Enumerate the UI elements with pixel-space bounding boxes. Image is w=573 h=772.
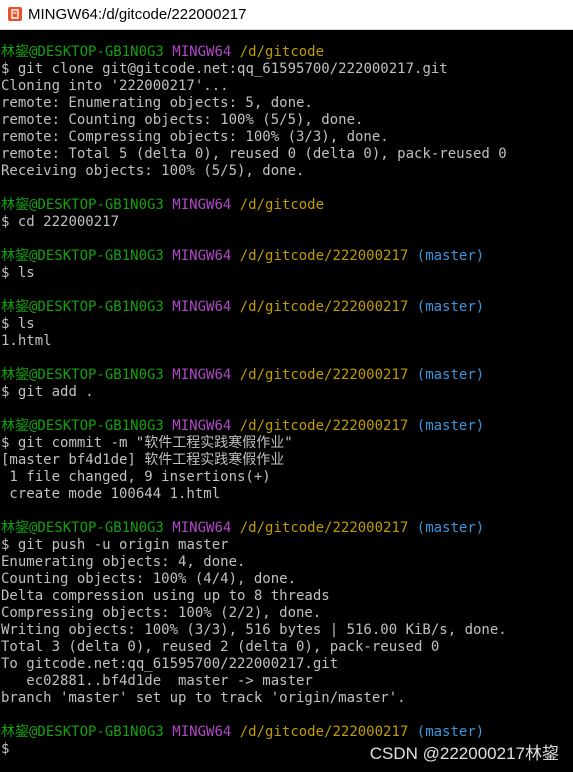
prompt-user: 林鋆@DESKTOP-GB1N0G3 xyxy=(1,299,164,315)
prompt-branch: (master) xyxy=(416,418,485,434)
prompt-user: 林鋆@DESKTOP-GB1N0G3 xyxy=(1,248,164,264)
prompt-branch: (master) xyxy=(416,520,485,536)
terminal-output[interactable]: 林鋆@DESKTOP-GB1N0G3 MINGW64 /d/gitcode $ … xyxy=(0,44,573,772)
command-line[interactable]: $ xyxy=(1,741,18,758)
prompt-shell: MINGW64 xyxy=(172,367,232,383)
command-text: git push -u origin master xyxy=(9,537,229,553)
prompt-user: 林鋆@DESKTOP-GB1N0G3 xyxy=(1,197,164,213)
command-line: $ cd 222000217 xyxy=(1,214,119,231)
output-line: 1 file changed, 9 insertions(+) xyxy=(1,469,271,485)
output-line: Compressing objects: 100% (2/2), done. xyxy=(1,605,322,621)
watermark: CSDN @222000217林鋆 xyxy=(369,744,559,763)
command-line: $ git push -u origin master xyxy=(1,537,229,554)
command-line: $ git add . xyxy=(1,384,94,401)
output-line: 1.html xyxy=(1,333,52,349)
prompt-path: /d/gitcode/222000217 xyxy=(239,520,409,536)
command-text: ls xyxy=(9,316,35,332)
output-line: remote: Compressing objects: 100% (3/3),… xyxy=(1,129,389,145)
prompt-line: 林鋆@DESKTOP-GB1N0G3 MINGW64 /d/gitcode/22… xyxy=(1,299,484,316)
output-line: remote: Total 5 (delta 0), reused 0 (del… xyxy=(1,146,507,162)
prompt-user: 林鋆@DESKTOP-GB1N0G3 xyxy=(1,418,164,434)
output-line: To gitcode.net:qq_61595700/222000217.git xyxy=(1,656,339,672)
git-bash-icon xyxy=(8,7,22,21)
prompt-shell: MINGW64 xyxy=(172,724,232,740)
output-line: ec02881..bf4d1de master -> master xyxy=(1,673,313,689)
prompt-user: 林鋆@DESKTOP-GB1N0G3 xyxy=(1,367,164,383)
prompt-shell: MINGW64 xyxy=(172,520,232,536)
window-title-bar[interactable]: MINGW64:/d/gitcode/222000217 xyxy=(0,0,573,30)
output-line: Delta compression using up to 8 threads xyxy=(1,588,330,604)
output-line: remote: Counting objects: 100% (5/5), do… xyxy=(1,112,364,128)
prompt-path: /d/gitcode xyxy=(239,197,325,213)
prompt-branch: (master) xyxy=(416,248,485,264)
prompt-line: 林鋆@DESKTOP-GB1N0G3 MINGW64 /d/gitcode xyxy=(1,44,324,61)
output-line: Writing objects: 100% (3/3), 516 bytes |… xyxy=(1,622,507,638)
output-line: branch 'master' set up to track 'origin/… xyxy=(1,690,406,706)
command-line: $ git clone git@gitcode.net:qq_61595700/… xyxy=(1,61,448,78)
command-text: cd 222000217 xyxy=(9,214,120,230)
output-line: Cloning into '222000217'... xyxy=(1,78,229,94)
command-line: $ ls xyxy=(1,265,35,282)
prompt-path: /d/gitcode/222000217 xyxy=(239,724,409,740)
prompt-branch: (master) xyxy=(416,299,485,315)
prompt-line: 林鋆@DESKTOP-GB1N0G3 MINGW64 /d/gitcode/22… xyxy=(1,520,484,537)
output-line: [master bf4d1de] 软件工程实践寒假作业 xyxy=(1,452,285,468)
prompt-line: 林鋆@DESKTOP-GB1N0G3 MINGW64 /d/gitcode/22… xyxy=(1,418,484,435)
output-line: create mode 100644 1.html xyxy=(1,486,221,502)
prompt-path: /d/gitcode/222000217 xyxy=(239,299,409,315)
command-input[interactable] xyxy=(9,741,17,757)
prompt-path: /d/gitcode xyxy=(239,44,325,60)
output-line: Receiving objects: 100% (5/5), done. xyxy=(1,163,305,179)
command-text: git commit -m "软件工程实践寒假作业" xyxy=(9,435,293,451)
window-title: MINGW64:/d/gitcode/222000217 xyxy=(28,6,247,23)
prompt-path: /d/gitcode/222000217 xyxy=(239,248,409,264)
command-text: git add . xyxy=(9,384,94,400)
prompt-line: 林鋆@DESKTOP-GB1N0G3 MINGW64 /d/gitcode/22… xyxy=(1,248,484,265)
prompt-branch: (master) xyxy=(416,367,485,383)
prompt-path: /d/gitcode/222000217 xyxy=(239,367,409,383)
prompt-branch: (master) xyxy=(416,724,485,740)
prompt-shell: MINGW64 xyxy=(172,197,232,213)
prompt-user: 林鋆@DESKTOP-GB1N0G3 xyxy=(1,724,164,740)
command-line: $ ls xyxy=(1,316,35,333)
prompt-shell: MINGW64 xyxy=(172,418,232,434)
prompt-shell: MINGW64 xyxy=(172,248,232,264)
prompt-path: /d/gitcode/222000217 xyxy=(239,418,409,434)
command-text: git clone git@gitcode.net:qq_61595700/22… xyxy=(9,61,448,77)
prompt-user: 林鋆@DESKTOP-GB1N0G3 xyxy=(1,520,164,536)
command-text: ls xyxy=(9,265,35,281)
output-line: Counting objects: 100% (4/4), done. xyxy=(1,571,297,587)
prompt-user: 林鋆@DESKTOP-GB1N0G3 xyxy=(1,44,164,60)
prompt-line: 林鋆@DESKTOP-GB1N0G3 MINGW64 /d/gitcode xyxy=(1,197,324,214)
prompt-shell: MINGW64 xyxy=(172,44,232,60)
output-line: Enumerating objects: 4, done. xyxy=(1,554,246,570)
prompt-line: 林鋆@DESKTOP-GB1N0G3 MINGW64 /d/gitcode/22… xyxy=(1,367,484,384)
output-line: Total 3 (delta 0), reused 2 (delta 0), p… xyxy=(1,639,440,655)
prompt-shell: MINGW64 xyxy=(172,299,232,315)
command-line: $ git commit -m "软件工程实践寒假作业" xyxy=(1,435,293,452)
output-line: remote: Enumerating objects: 5, done. xyxy=(1,95,313,111)
